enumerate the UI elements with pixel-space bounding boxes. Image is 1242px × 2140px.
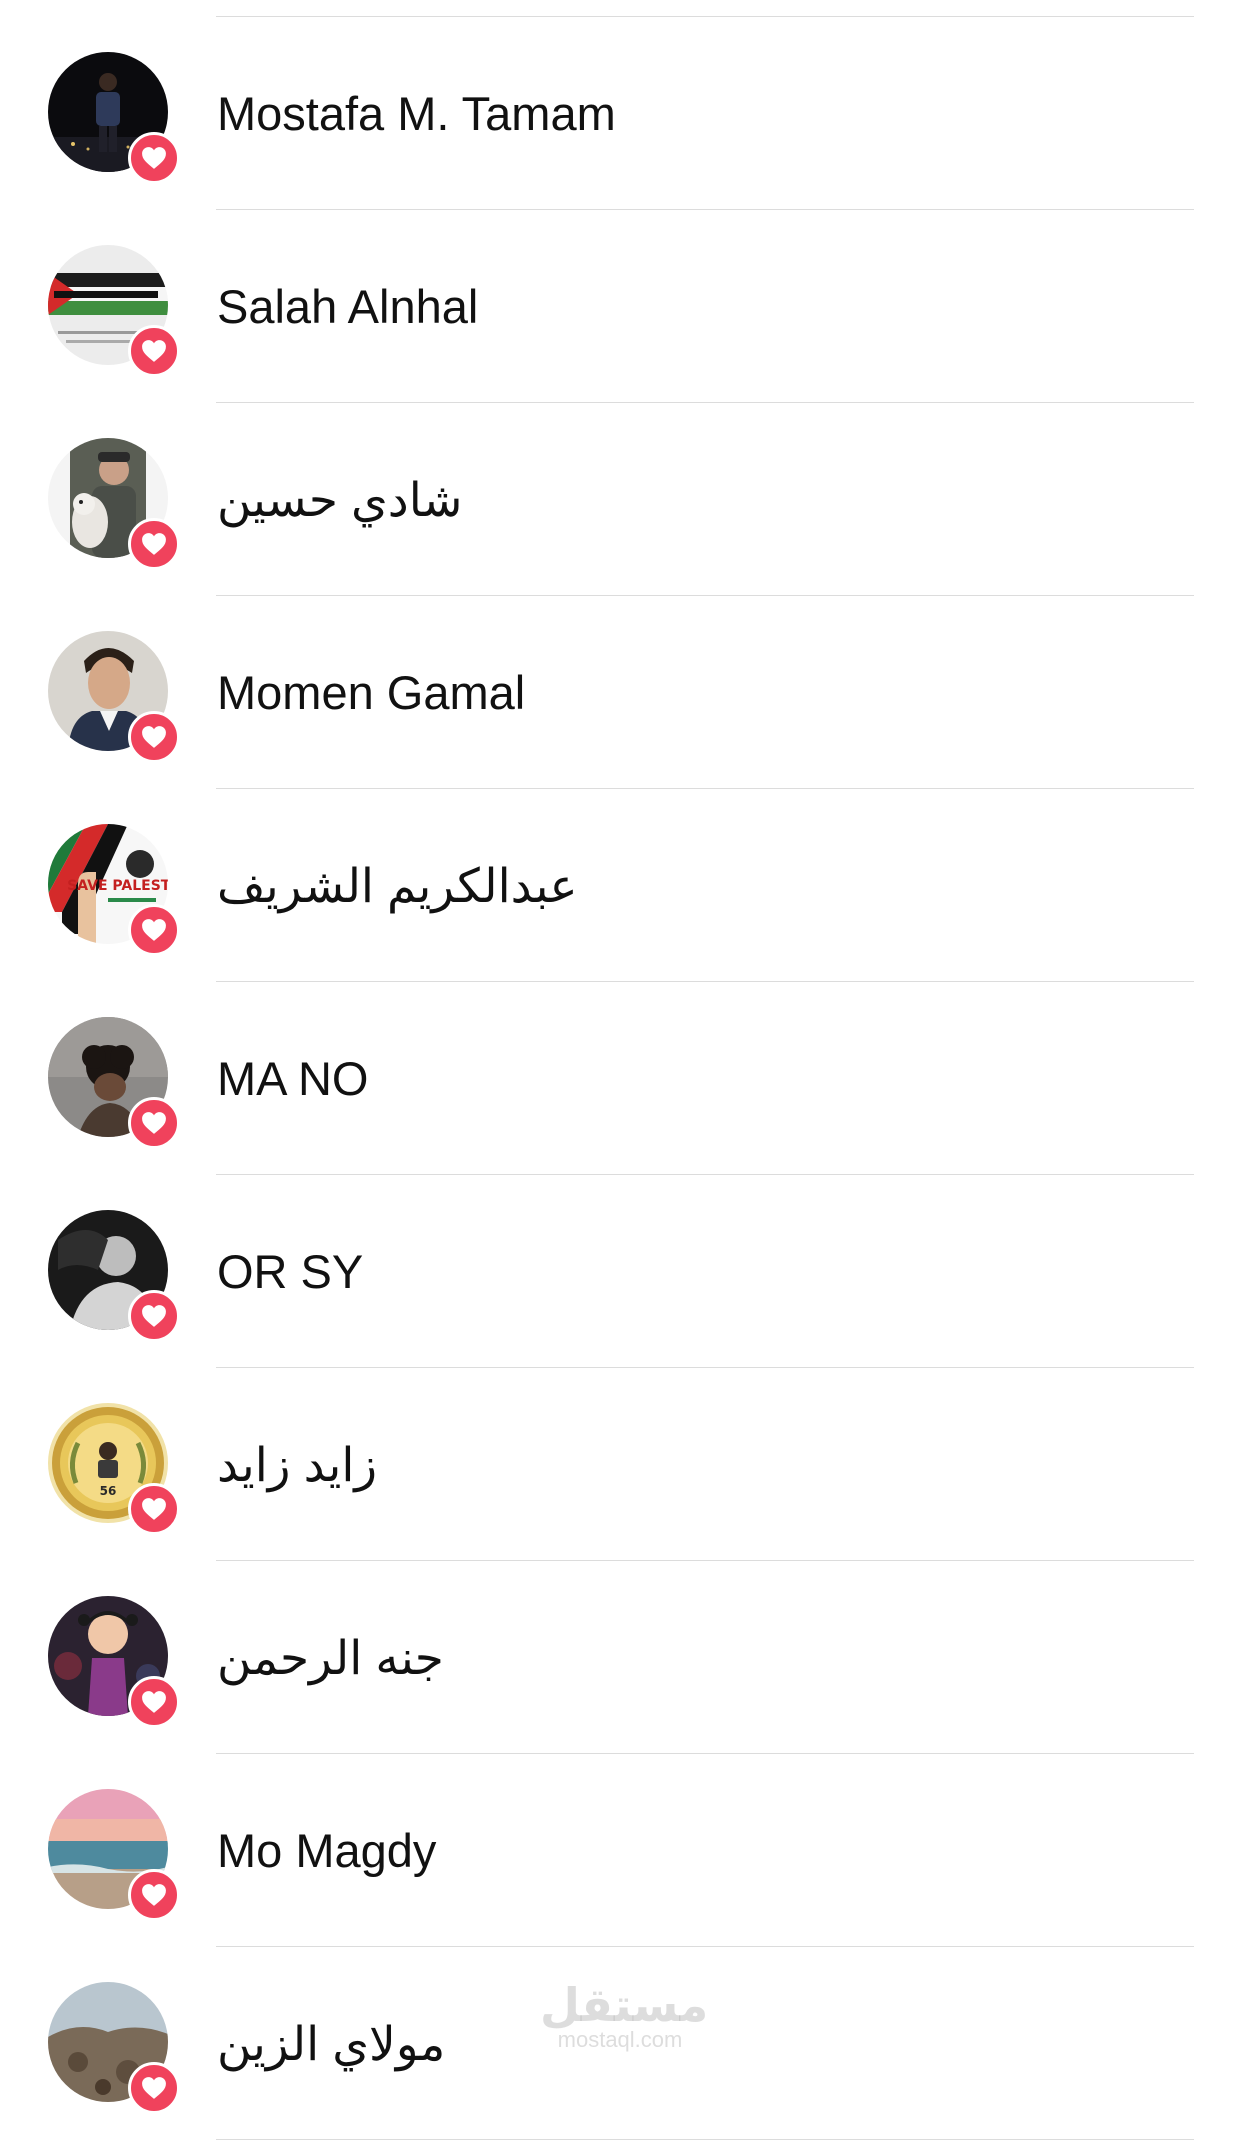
- list-item[interactable]: SAVE PALESTINE عبدالكريم الشريف: [0, 789, 1242, 982]
- avatar[interactable]: [48, 438, 180, 570]
- heart-icon: [128, 711, 180, 763]
- person-name[interactable]: Mo Magdy: [217, 1754, 436, 1947]
- person-name[interactable]: Salah Alnhal: [217, 210, 478, 403]
- list-item[interactable]: 56 زايد زايد: [0, 1368, 1242, 1561]
- heart-icon: [128, 904, 180, 956]
- avatar[interactable]: [48, 1789, 180, 1921]
- person-name[interactable]: زايد زايد: [217, 1368, 377, 1561]
- list-item[interactable]: Salah Alnhal: [0, 210, 1242, 403]
- person-name[interactable]: جنه الرحمن: [217, 1561, 444, 1754]
- heart-icon: [128, 1869, 180, 1921]
- avatar[interactable]: [48, 631, 180, 763]
- list-item[interactable]: OR SY: [0, 1175, 1242, 1368]
- person-name[interactable]: عبدالكريم الشريف: [217, 789, 578, 982]
- list-item[interactable]: Momen Gamal: [0, 596, 1242, 789]
- list-item[interactable]: Mo Magdy: [0, 1754, 1242, 1947]
- watermark-url: mostaql.com: [557, 2027, 683, 2052]
- list-item[interactable]: MA NO: [0, 982, 1242, 1175]
- watermark: مستقل mostaql.com: [540, 1978, 709, 2052]
- heart-icon: [128, 325, 180, 377]
- avatar[interactable]: [48, 1210, 180, 1342]
- heart-icon: [128, 1483, 180, 1535]
- person-name[interactable]: Mostafa M. Tamam: [217, 17, 616, 210]
- person-name[interactable]: Momen Gamal: [217, 596, 525, 789]
- avatar[interactable]: [48, 1596, 180, 1728]
- avatar[interactable]: SAVE PALESTINE: [48, 824, 180, 956]
- heart-icon: [128, 132, 180, 184]
- list-item[interactable]: Mostafa M. Tamam: [0, 17, 1242, 210]
- reactions-list: Mostafa M. Tamam Salah Alnhal شادي حسين …: [0, 17, 1242, 2140]
- person-name[interactable]: شادي حسين: [217, 403, 462, 596]
- watermark-logo-text: مستقل: [540, 1978, 709, 2032]
- person-name[interactable]: OR SY: [217, 1175, 363, 1368]
- avatar[interactable]: 56: [48, 1403, 180, 1535]
- heart-icon: [128, 2062, 180, 2114]
- person-name[interactable]: مولاي الزين: [217, 1947, 445, 2140]
- avatar[interactable]: [48, 1982, 180, 2114]
- avatar[interactable]: [48, 1017, 180, 1149]
- heart-icon: [128, 1290, 180, 1342]
- list-item[interactable]: شادي حسين: [0, 403, 1242, 596]
- avatar[interactable]: [48, 52, 180, 184]
- list-item[interactable]: جنه الرحمن: [0, 1561, 1242, 1754]
- person-name[interactable]: MA NO: [217, 982, 368, 1175]
- avatar-badge-number: 56: [100, 1484, 117, 1498]
- heart-icon: [128, 1097, 180, 1149]
- heart-icon: [128, 1676, 180, 1728]
- avatar-save-text: SAVE PALESTINE: [67, 878, 168, 894]
- avatar[interactable]: [48, 245, 180, 377]
- heart-icon: [128, 518, 180, 570]
